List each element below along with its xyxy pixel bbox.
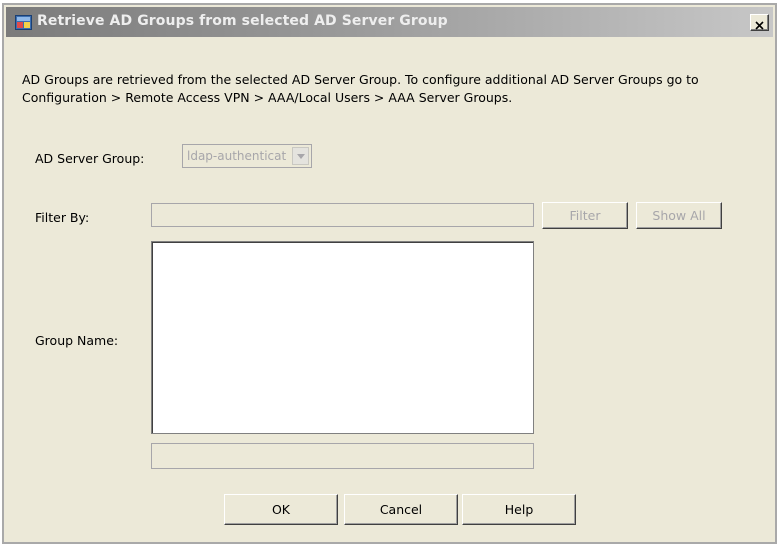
- retrieve-ad-groups-dialog: Retrieve AD Groups from selected AD Serv…: [2, 3, 777, 544]
- group-name-field[interactable]: [151, 443, 534, 469]
- group-name-label: Group Name:: [35, 333, 119, 348]
- cancel-button[interactable]: Cancel: [344, 494, 458, 525]
- chevron-down-icon: [297, 154, 305, 159]
- show-all-button[interactable]: Show All: [636, 202, 722, 229]
- ad-server-group-label: AD Server Group:: [35, 151, 145, 166]
- dialog-description: AD Groups are retrieved from the selecte…: [22, 72, 699, 105]
- help-button[interactable]: Help: [462, 494, 576, 525]
- close-icon: [755, 18, 764, 30]
- asdm-app-icon: [15, 14, 33, 31]
- filter-input[interactable]: [151, 203, 534, 227]
- filter-by-label: Filter By:: [35, 210, 90, 225]
- filter-button[interactable]: Filter: [542, 202, 628, 229]
- title-bar[interactable]: Retrieve AD Groups from selected AD Serv…: [6, 7, 773, 37]
- dialog-title: Retrieve AD Groups from selected AD Serv…: [37, 13, 448, 29]
- dropdown-button[interactable]: [292, 147, 309, 165]
- group-name-list[interactable]: [151, 241, 534, 434]
- ok-button[interactable]: OK: [224, 494, 338, 525]
- ad-server-group-value: ldap-authenticat: [187, 149, 287, 163]
- close-button[interactable]: [750, 14, 769, 31]
- ad-server-group-select[interactable]: ldap-authenticat: [182, 144, 312, 168]
